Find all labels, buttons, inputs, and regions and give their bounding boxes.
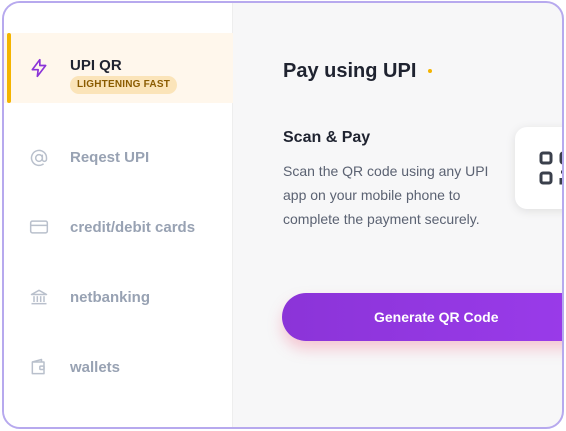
credit-card-icon bbox=[28, 216, 50, 238]
speed-badge: LIGHTENING FAST bbox=[70, 76, 177, 94]
sidebar-item-label: Reqest UPI bbox=[70, 149, 150, 166]
sidebar-item-label: netbanking bbox=[70, 289, 151, 306]
main-content: Pay using UPI Scan & Pay Scan the QR cod… bbox=[234, 3, 562, 427]
section-description: Scan the QR code using any UPI app on yo… bbox=[283, 163, 489, 227]
generate-qr-button[interactable]: Generate QR Code bbox=[282, 293, 562, 341]
page-title: Pay using UPI bbox=[283, 60, 417, 82]
payment-panel: UPI QR LIGHTENING FAST Reqest UPI credit… bbox=[2, 1, 564, 429]
bank-icon bbox=[28, 286, 50, 308]
section-title: Scan & Pay bbox=[283, 129, 371, 146]
lightning-icon bbox=[28, 57, 50, 79]
sidebar-item-label: credit/debit cards bbox=[70, 219, 196, 236]
wallet-icon bbox=[28, 356, 50, 378]
sidebar-item-upi-qr[interactable]: UPI QR LIGHTENING FAST bbox=[4, 33, 233, 103]
payment-method-sidebar: UPI QR LIGHTENING FAST Reqest UPI credit… bbox=[4, 3, 233, 427]
sidebar-item-netbanking[interactable]: netbanking bbox=[4, 263, 233, 333]
at-sign-icon bbox=[28, 147, 50, 169]
sidebar-item-label: wallets bbox=[70, 359, 121, 376]
sidebar-item-request-upi[interactable]: Reqest UPI bbox=[4, 123, 233, 193]
qr-code-icon bbox=[539, 151, 562, 185]
sidebar-item-label: UPI QR bbox=[70, 57, 122, 74]
title-dot bbox=[428, 69, 432, 73]
sidebar-item-cards[interactable]: credit/debit cards bbox=[4, 193, 233, 263]
sidebar-item-wallets[interactable]: wallets bbox=[4, 333, 233, 403]
qr-preview-card bbox=[515, 127, 562, 209]
generate-qr-button-label: Generate QR Code bbox=[374, 309, 499, 325]
